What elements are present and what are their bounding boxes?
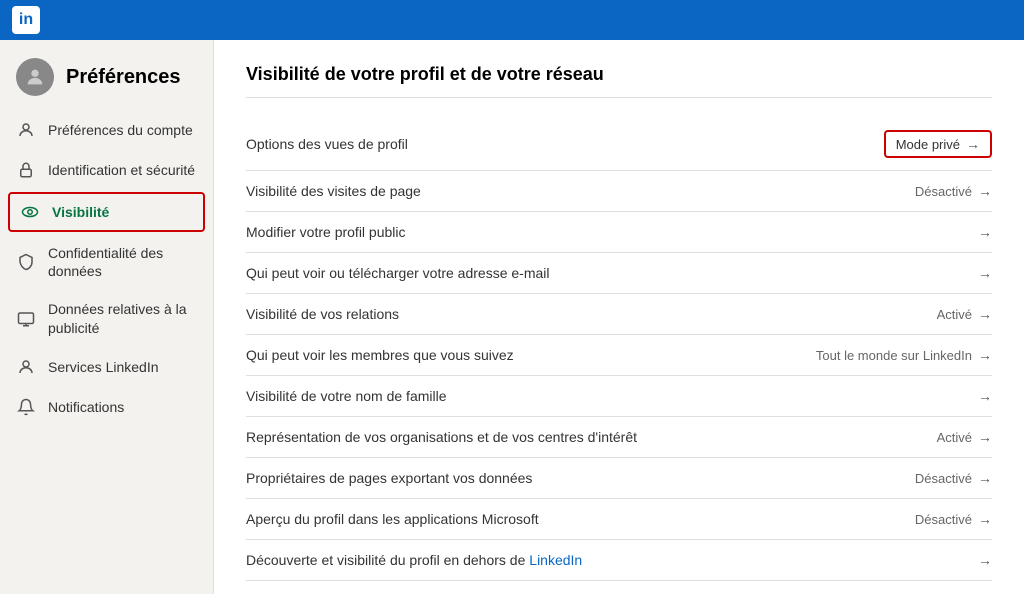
arrow-icon-2: → <box>978 224 992 240</box>
avatar <box>16 58 54 96</box>
services-icon <box>16 357 36 377</box>
sidebar-item-privacy-label: Confidentialité des données <box>48 244 197 280</box>
sidebar-item-visibility-label: Visibilité <box>52 203 109 221</box>
arrow-icon-5: → <box>978 347 992 363</box>
row-value-page-visits: Désactivé → <box>915 183 992 199</box>
row-label-orgs: Représentation de vos organisations et d… <box>246 429 937 445</box>
arrow-icon-6: → <box>978 388 992 404</box>
settings-row-edit-profile[interactable]: Modifier votre profil public → <box>246 212 992 253</box>
main-layout: Préférences Préférences du compte Identi… <box>0 40 1024 594</box>
settings-row-page-visits[interactable]: Visibilité des visites de page Désactivé… <box>246 171 992 212</box>
row-label-edit-profile: Modifier votre profil public <box>246 224 978 240</box>
row-label-email-visibility: Qui peut voir ou télécharger votre adres… <box>246 265 978 281</box>
row-label-microsoft: Aperçu du profil dans les applications M… <box>246 511 915 527</box>
row-label-connections: Visibilité de vos relations <box>246 306 937 322</box>
row-value-microsoft: Désactivé → <box>915 511 992 527</box>
settings-row-profile-views[interactable]: Options des vues de profil Mode privé → <box>246 118 992 171</box>
row-value-page-owners: Désactivé → <box>915 470 992 486</box>
row-value-following: Tout le monde sur LinkedIn → <box>816 347 992 363</box>
sidebar-item-privacy[interactable]: Confidentialité des données <box>0 234 213 290</box>
sidebar-header: Préférences <box>0 40 213 110</box>
settings-row-lastname[interactable]: Visibilité de votre nom de famille → <box>246 376 992 417</box>
row-label-outside-linkedin: Découverte et visibilité du profil en de… <box>246 552 978 568</box>
row-label-lastname: Visibilité de votre nom de famille <box>246 388 978 404</box>
row-value-email-visibility: → <box>978 265 992 281</box>
sidebar-item-services[interactable]: Services LinkedIn <box>0 347 213 387</box>
shield-icon <box>16 252 36 272</box>
arrow-icon-8: → <box>978 470 992 486</box>
sidebar-item-visibility[interactable]: Visibilité <box>8 192 205 232</box>
bell-icon <box>16 397 36 417</box>
arrow-icon-1: → <box>978 183 992 199</box>
person-icon <box>16 120 36 140</box>
arrow-icon-0: → <box>966 136 980 152</box>
sidebar-item-security-label: Identification et sécurité <box>48 161 195 179</box>
settings-row-email-discovery[interactable]: Découverte du profil en utilisant l'adre… <box>246 581 992 594</box>
eye-icon <box>20 202 40 222</box>
arrow-icon-9: → <box>978 511 992 527</box>
settings-row-page-owners[interactable]: Propriétaires de pages exportant vos don… <box>246 458 992 499</box>
sidebar-item-advertising[interactable]: Données relatives à la publicité <box>0 290 213 346</box>
arrow-icon-4: → <box>978 306 992 322</box>
lock-icon <box>16 160 36 180</box>
top-bar: in <box>0 0 1024 40</box>
settings-row-microsoft[interactable]: Aperçu du profil dans les applications M… <box>246 499 992 540</box>
linkedin-logo: in <box>12 6 40 34</box>
sidebar-title: Préférences <box>66 66 181 89</box>
sidebar-item-services-label: Services LinkedIn <box>48 358 159 376</box>
arrow-icon-7: → <box>978 429 992 445</box>
sidebar-item-account[interactable]: Préférences du compte <box>0 110 213 150</box>
settings-row-connections[interactable]: Visibilité de vos relations Activé → <box>246 294 992 335</box>
row-value-outside-linkedin: → <box>978 552 992 568</box>
sidebar: Préférences Préférences du compte Identi… <box>0 40 214 594</box>
row-value-edit-profile: → <box>978 224 992 240</box>
row-label-following: Qui peut voir les membres que vous suive… <box>246 347 816 363</box>
settings-row-outside-linkedin[interactable]: Découverte et visibilité du profil en de… <box>246 540 992 581</box>
row-value-lastname: → <box>978 388 992 404</box>
section-title: Visibilité de votre profil et de votre r… <box>246 64 992 98</box>
row-label-page-visits: Visibilité des visites de page <box>246 183 915 199</box>
row-value-profile-views: Mode privé → <box>884 130 992 158</box>
sidebar-item-notifications[interactable]: Notifications <box>0 387 213 427</box>
arrow-icon-10: → <box>978 552 992 568</box>
sidebar-item-advertising-label: Données relatives à la publicité <box>48 300 197 336</box>
settings-row-email-visibility[interactable]: Qui peut voir ou télécharger votre adres… <box>246 253 992 294</box>
sidebar-item-account-label: Préférences du compte <box>48 121 193 139</box>
settings-row-following[interactable]: Qui peut voir les membres que vous suive… <box>246 335 992 376</box>
row-value-orgs: Activé → <box>937 429 992 445</box>
settings-row-orgs[interactable]: Représentation de vos organisations et d… <box>246 417 992 458</box>
ad-icon <box>16 309 36 329</box>
row-label-profile-views: Options des vues de profil <box>246 136 884 152</box>
sidebar-item-notifications-label: Notifications <box>48 398 124 416</box>
content-area: Visibilité de votre profil et de votre r… <box>214 40 1024 594</box>
row-value-connections: Activé → <box>937 306 992 322</box>
row-label-page-owners: Propriétaires de pages exportant vos don… <box>246 470 915 486</box>
arrow-icon-3: → <box>978 265 992 281</box>
sidebar-item-security[interactable]: Identification et sécurité <box>0 150 213 190</box>
